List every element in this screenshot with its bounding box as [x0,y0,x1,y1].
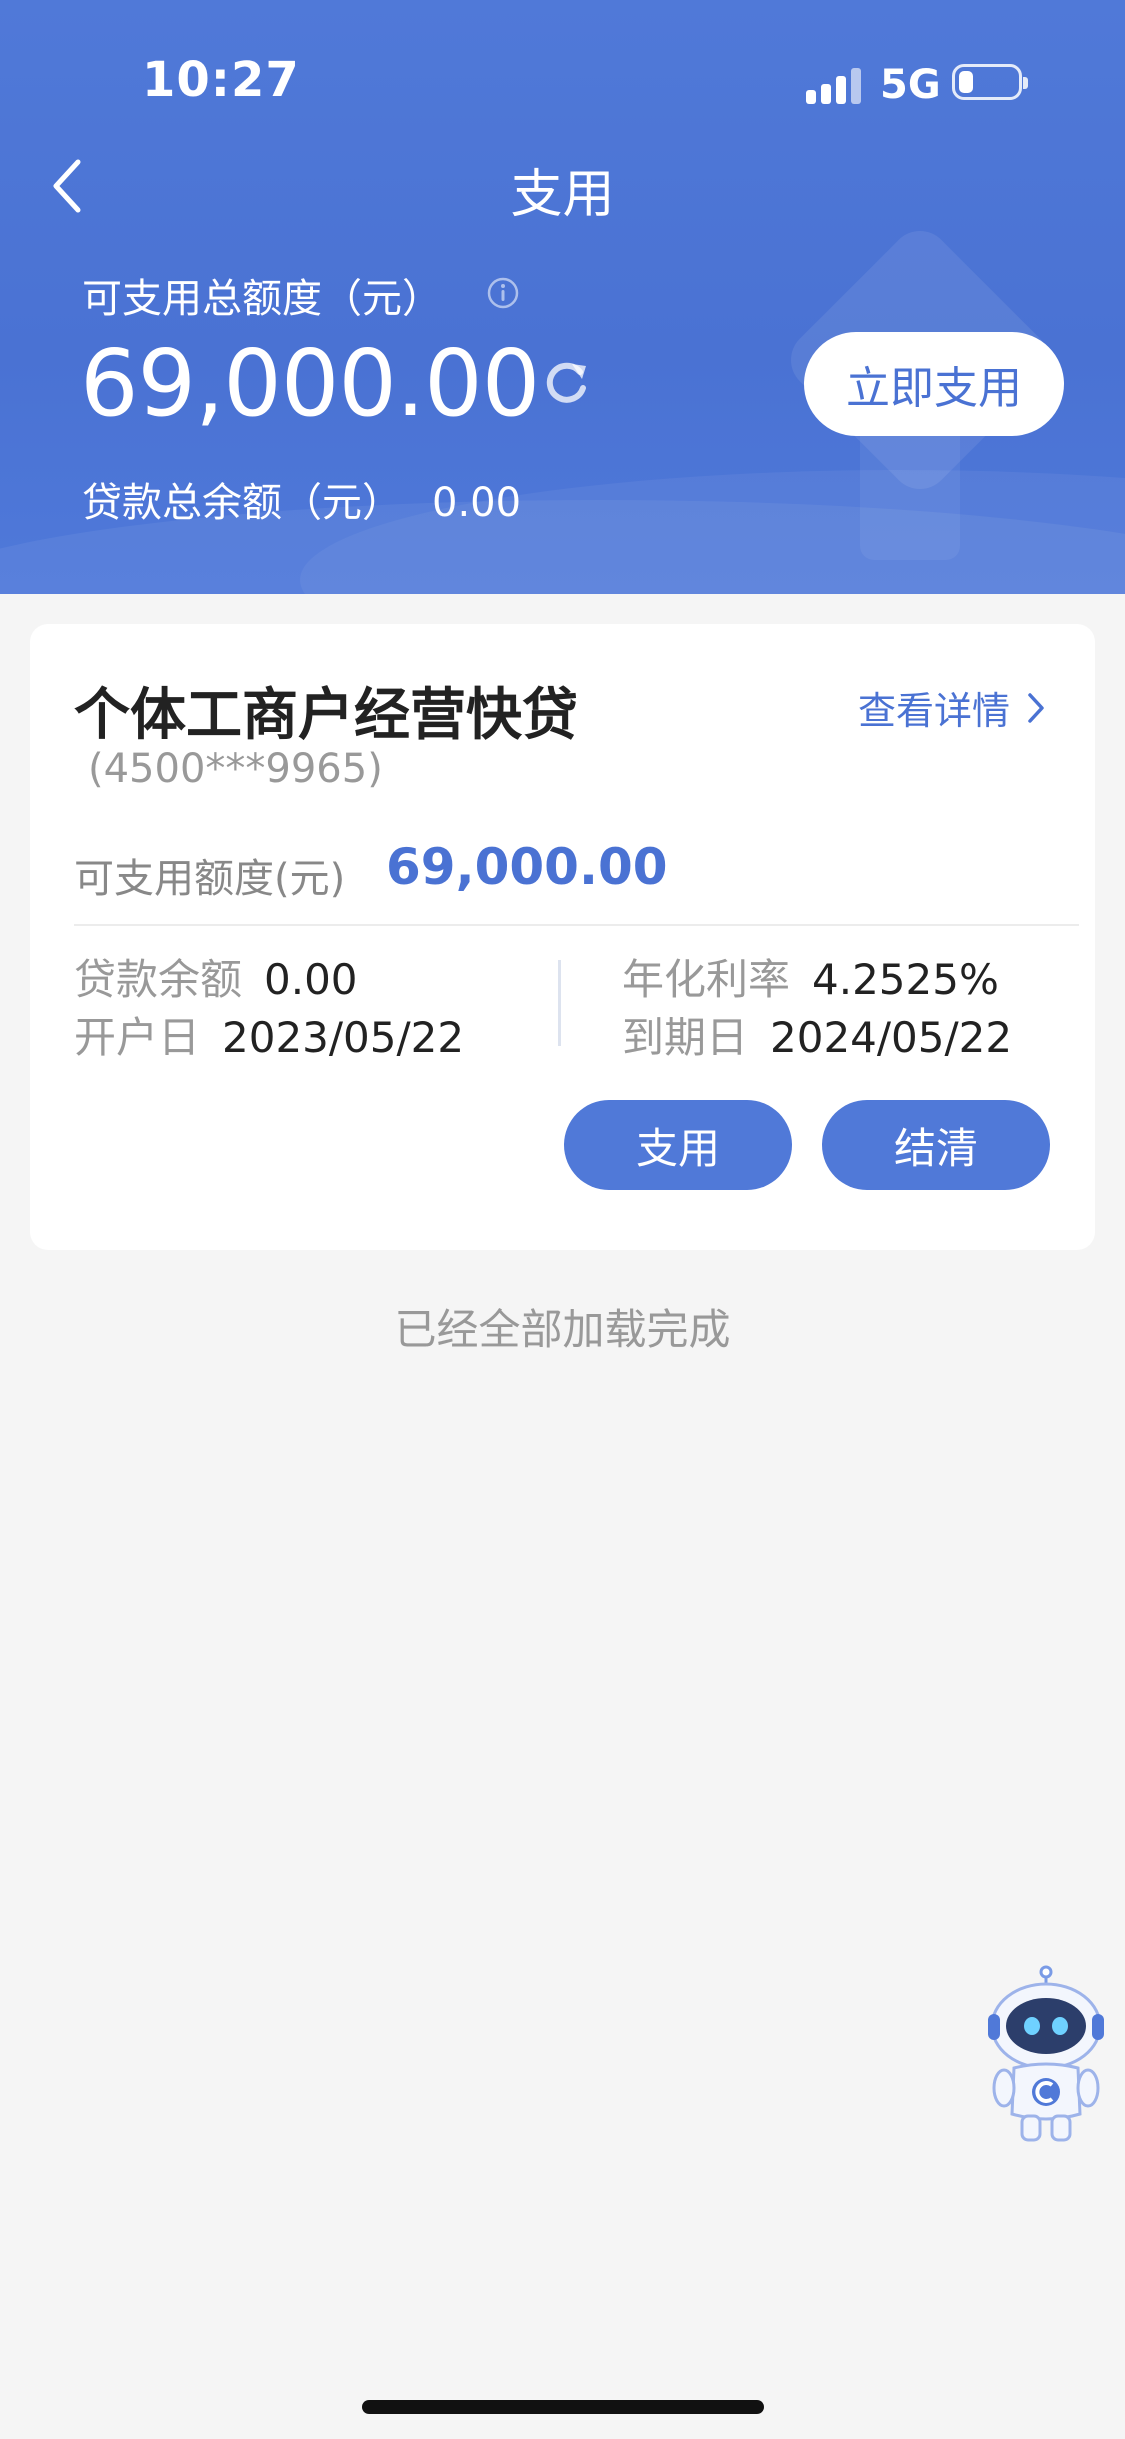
loan-product-card: 个体工商户经营快贷 (4500***9965) 查看详情 可支用额度(元) 69… [30,624,1095,1250]
loan-balance-label: 贷款总余额（元） [82,480,402,526]
field-value: 2023/05/22 [222,1013,465,1062]
interest-rate-field: 年化利率 4.2525% [622,946,999,1007]
view-details-label: 查看详情 [858,689,1011,733]
signal-icon [806,64,864,104]
due-date-field: 到期日 2024/05/22 [622,1004,1012,1065]
product-name: 个体工商户经营快贷 [74,683,578,748]
view-details-link[interactable]: 查看详情 [858,680,1046,735]
available-limit-label: 可支用额度(元) [74,856,346,902]
status-time: 10:27 [142,52,300,108]
total-limit-amount: 69,000.00 [80,330,540,437]
status-bar: 10:27 5G [0,0,1125,160]
loan-balance-field: 贷款余额 0.00 [74,946,358,1007]
home-indicator[interactable] [362,2400,764,2414]
field-label: 开户日 [74,1013,201,1062]
battery-icon [952,64,1028,100]
field-label: 到期日 [622,1013,749,1062]
page-title: 支用 [510,165,615,225]
network-type: 5G [880,62,941,108]
header-decoration [860,420,960,560]
open-date-field: 开户日 2023/05/22 [74,1004,464,1065]
all-loaded-text: 已经全部加载完成 [394,1305,731,1354]
settle-button[interactable]: 结清 [822,1100,1050,1190]
available-limit-value: 69,000.00 [386,838,668,896]
field-value: 2024/05/22 [770,1013,1013,1062]
field-value: 0.00 [264,955,358,1004]
use-now-button[interactable]: 立即支用 [804,332,1064,436]
vertical-divider [558,960,561,1046]
use-button[interactable]: 支用 [564,1100,792,1190]
loan-balance-row: 贷款总余额（元） 0.00 [82,470,521,528]
chevron-right-icon [1028,692,1044,723]
account-number: (4500***9965) [88,746,383,792]
header-banner: 10:27 5G 支用 可支用总额度（元） 69,000.00 立即支用 贷款总… [0,0,1125,594]
field-value: 4.2525% [812,955,999,1004]
divider [74,924,1079,926]
field-label: 年化利率 [622,955,791,1004]
assistant-robot-icon[interactable] [984,1964,1108,2146]
info-icon[interactable] [486,276,520,310]
field-label: 贷款余额 [74,955,243,1004]
refresh-icon[interactable] [540,358,592,410]
total-limit-label: 可支用总额度（元） [82,276,442,322]
loan-balance-value: 0.00 [432,480,522,526]
